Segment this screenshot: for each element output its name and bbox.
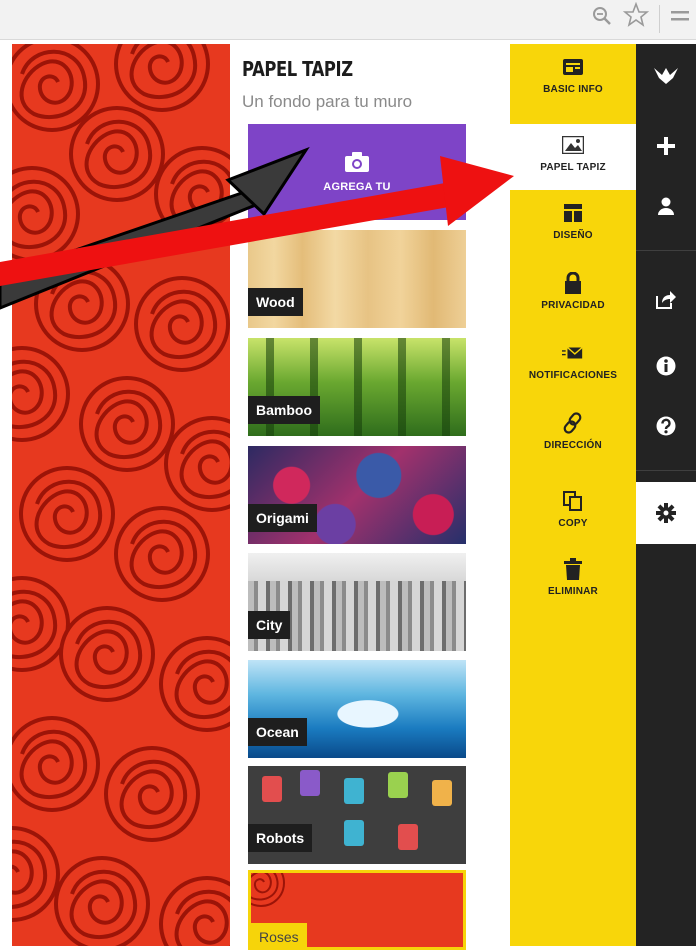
thumb-label: Robots (248, 824, 313, 852)
menu-icon[interactable] (670, 4, 690, 34)
thumb-label: Wood (248, 288, 303, 316)
panel-subtitle: Un fondo para tu muro (242, 92, 413, 111)
roses-pattern (12, 44, 230, 946)
wallpaper-thumb-bamboo[interactable]: Bamboo (248, 338, 466, 436)
image-icon (562, 134, 584, 156)
thumb-label: Ocean (248, 718, 307, 746)
menu-item-direccion[interactable]: DIRECCIÓN (510, 412, 636, 472)
menu-item-copy[interactable]: COPY (510, 490, 636, 542)
layout-icon (562, 202, 584, 224)
wallpaper-thumb-roses[interactable]: Roses (248, 870, 466, 950)
wallpaper-thumb-robots[interactable]: Robots (248, 766, 466, 864)
info-icon[interactable] (636, 336, 696, 396)
plus-icon[interactable] (636, 116, 696, 176)
card-icon (562, 56, 584, 78)
lock-icon (562, 272, 584, 294)
bird-logo-icon[interactable] (636, 46, 696, 106)
menu-label: ELIMINAR (548, 586, 598, 597)
copy-icon (562, 490, 584, 512)
menu-item-diseno[interactable]: DISEÑO (510, 202, 636, 262)
zoom-icon[interactable] (591, 4, 613, 34)
envelope-icon (562, 342, 584, 364)
menu-item-papel-tapiz[interactable]: PAPEL TAPIZ (510, 124, 636, 190)
add-wallpaper-button[interactable]: AGREGA TU (248, 124, 466, 220)
thumb-label: Origami (248, 504, 317, 532)
panel-title: PAPEL TAPIZ (242, 57, 353, 81)
wallpaper-thumb-ocean[interactable]: Ocean (248, 660, 466, 758)
menu-item-notificaciones[interactable]: NOTIFICACIONES (510, 342, 636, 402)
menu-item-privacidad[interactable]: PRIVACIDAD (510, 272, 636, 332)
menu-label: BASIC INFO (543, 84, 603, 95)
thumb-label: Bamboo (248, 396, 320, 424)
camera-icon (345, 152, 369, 172)
gear-icon[interactable] (636, 482, 696, 544)
menu-label: PRIVACIDAD (541, 300, 605, 311)
menu-label: COPY (558, 518, 588, 529)
add-wallpaper-label: AGREGA TU (323, 181, 391, 193)
browser-toolbar (0, 0, 696, 40)
wall-background-preview (12, 44, 230, 946)
star-icon[interactable] (622, 1, 650, 35)
wallpaper-thumb-city[interactable]: City (248, 553, 466, 651)
share-icon[interactable] (636, 270, 696, 330)
side-rail (636, 44, 696, 946)
wallpaper-thumb-wood[interactable]: Wood (248, 230, 466, 328)
wallpaper-panel: PAPEL TAPIZ Un fondo para tu muro AGREGA… (230, 44, 510, 950)
menu-label: DISEÑO (553, 230, 593, 241)
settings-menu: BASIC INFO PAPEL TAPIZ DISEÑO PRIVACIDAD… (510, 44, 636, 946)
menu-label: PAPEL TAPIZ (540, 162, 606, 173)
user-icon[interactable] (636, 176, 696, 236)
help-icon[interactable] (636, 396, 696, 456)
menu-label: DIRECCIÓN (544, 440, 602, 451)
menu-item-basic-info[interactable]: BASIC INFO (510, 56, 636, 118)
menu-label: NOTIFICACIONES (528, 370, 618, 381)
trash-icon (562, 558, 584, 580)
wallpaper-thumb-origami[interactable]: Origami (248, 446, 466, 544)
thumb-label: City (248, 611, 291, 639)
menu-item-eliminar[interactable]: ELIMINAR (510, 558, 636, 614)
link-icon (562, 412, 584, 434)
